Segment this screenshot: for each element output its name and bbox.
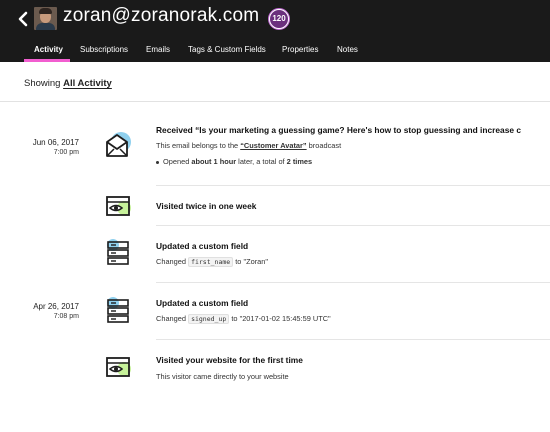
- open-stats-text: Opened: [163, 157, 192, 166]
- back-arrow-icon[interactable]: [17, 9, 29, 29]
- description-text: Changed: [156, 257, 189, 266]
- open-stats-text: later, a total of: [236, 157, 287, 166]
- row-divider: [156, 225, 550, 226]
- row-divider: [156, 185, 550, 186]
- activity-title: Visited your website for the first time: [156, 355, 303, 365]
- field-name-code: first_name: [188, 257, 234, 267]
- activity-title: Visited twice in one week: [156, 201, 257, 211]
- email-icon: [106, 132, 131, 157]
- active-tab-indicator: [24, 59, 70, 62]
- description-text: broadcast: [306, 141, 342, 150]
- activity-description: Changed signed_up to "2017-01-02 15:45:5…: [156, 314, 331, 324]
- activity-description: This visitor came directly to your websi…: [156, 372, 289, 381]
- score-badge: 120: [270, 10, 288, 28]
- eye-browser-icon: [106, 357, 131, 377]
- description-text: to "2017-01-02 15:45:59 UTC": [229, 314, 331, 323]
- tab-emails[interactable]: Emails: [146, 45, 170, 54]
- row-divider: [156, 339, 550, 340]
- bullet-dot: [156, 160, 159, 164]
- database-icon: [107, 297, 129, 323]
- description-text: to "Zoran": [233, 257, 269, 266]
- activity-title: Updated a custom field: [156, 298, 249, 308]
- open-delay: about 1 hour: [191, 157, 237, 166]
- database-icon: [107, 239, 129, 265]
- tab-notes[interactable]: Notes: [337, 45, 358, 54]
- tab-tags-custom-fields[interactable]: Tags & Custom Fields: [188, 45, 266, 54]
- activity-time: 7:08 pm: [53, 313, 79, 320]
- eye-browser-icon: [106, 196, 131, 216]
- activity-title: Received “Is your marketing a guessing g…: [156, 125, 522, 135]
- tab-activity[interactable]: Activity: [34, 45, 63, 54]
- broadcast-link[interactable]: “Customer Avatar”: [240, 141, 306, 150]
- activity-date: Jun 06, 2017: [32, 138, 79, 147]
- tab-bar: Activity Subscriptions Emails Tags & Cus…: [0, 40, 550, 62]
- row-divider: [156, 282, 550, 283]
- avatar: [34, 7, 57, 30]
- activity-time: 7:00 pm: [53, 149, 79, 156]
- subscriber-email: zoran@zoranorak.com: [63, 5, 260, 26]
- filter-prefix: Showing: [24, 78, 64, 89]
- description-text: This email belongs to the: [156, 141, 241, 150]
- activity-date: Apr 26, 2017: [33, 302, 79, 311]
- tab-properties[interactable]: Properties: [282, 45, 318, 54]
- open-count: 2 times: [286, 157, 313, 166]
- activity-filter: Showing All Activity: [24, 78, 112, 89]
- activity-description: This email belongs to the “Customer Avat…: [156, 141, 341, 150]
- open-stats: Opened about 1 hour later, a total of 2 …: [156, 157, 312, 166]
- section-divider: [0, 101, 550, 102]
- description-text: Changed: [156, 314, 189, 323]
- filter-dropdown[interactable]: All Activity: [63, 78, 112, 89]
- activity-title: Updated a custom field: [156, 241, 249, 251]
- tab-subscriptions[interactable]: Subscriptions: [80, 45, 128, 54]
- field-name-code: signed_up: [188, 314, 230, 324]
- activity-description: Changed first_name to "Zoran": [156, 257, 269, 267]
